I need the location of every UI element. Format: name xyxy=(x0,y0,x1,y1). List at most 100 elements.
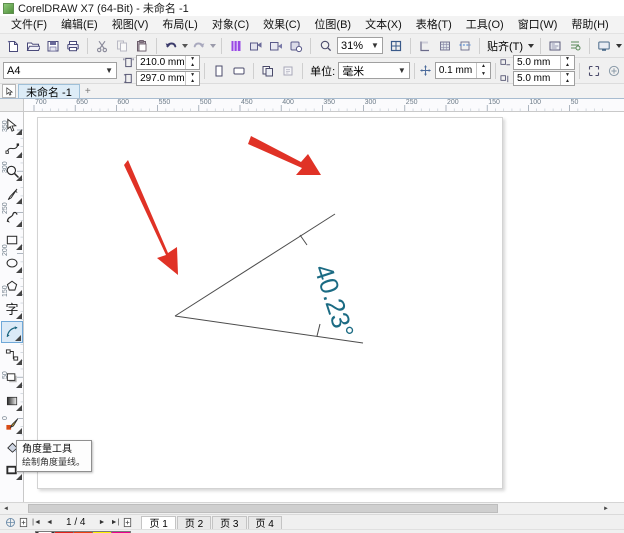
open-document-icon[interactable] xyxy=(23,36,43,56)
flyout-arrow-icon[interactable] xyxy=(16,267,22,273)
display-mode-dropdown-arrow-icon[interactable] xyxy=(614,36,624,56)
show-guidelines-icon[interactable] xyxy=(455,36,475,56)
scroll-left-button[interactable]: ◄ xyxy=(0,503,12,514)
duplicate-x-spinner[interactable]: 5.0 mm ▼▲ xyxy=(513,55,575,70)
portrait-orientation-button[interactable] xyxy=(209,61,229,81)
flyout-arrow-icon[interactable] xyxy=(16,152,22,158)
menu-table[interactable]: 表格(T) xyxy=(409,17,459,33)
page-height-spinner[interactable]: 297.0 mm ▼▲ xyxy=(136,71,200,86)
ellipse-tool[interactable] xyxy=(1,252,23,274)
menu-file[interactable]: 文件(F) xyxy=(4,17,54,33)
show-grid-icon[interactable] xyxy=(435,36,455,56)
options-icon[interactable] xyxy=(545,36,565,56)
add-page-before-button[interactable] xyxy=(17,516,30,529)
duplicate-x-stepper[interactable]: ▼▲ xyxy=(560,56,574,69)
landscape-orientation-button[interactable] xyxy=(229,61,249,81)
flyout-arrow-icon[interactable] xyxy=(15,335,21,341)
import-icon[interactable] xyxy=(226,36,246,56)
document-tab[interactable]: 未命名 -1 xyxy=(18,84,80,98)
scroll-thumb[interactable] xyxy=(28,504,498,513)
copy-icon[interactable] xyxy=(112,36,132,56)
flyout-arrow-icon[interactable] xyxy=(16,359,22,365)
display-mode-icon[interactable] xyxy=(594,36,614,56)
last-page-button[interactable]: ►| xyxy=(108,516,121,529)
flyout-arrow-icon[interactable] xyxy=(16,313,22,319)
flyout-arrow-icon[interactable] xyxy=(16,175,22,181)
flyout-arrow-icon[interactable] xyxy=(16,244,22,250)
chevron-down-icon[interactable]: ▼ xyxy=(368,38,382,53)
page-tab-4[interactable]: 页 4 xyxy=(248,516,282,529)
flyout-arrow-icon[interactable] xyxy=(16,474,22,480)
undo-icon[interactable] xyxy=(161,36,181,56)
export-icon[interactable] xyxy=(246,36,266,56)
add-document-tab-button[interactable]: + xyxy=(80,85,96,98)
page-width-spinner[interactable]: 210.0 mm ▼▲ xyxy=(136,55,200,70)
menu-effects[interactable]: 效果(C) xyxy=(256,17,307,33)
show-rulers-icon[interactable] xyxy=(415,36,435,56)
scroll-right-button[interactable]: ► xyxy=(600,503,612,514)
duplicate-y-spinner[interactable]: 5.0 mm ▼▲ xyxy=(513,71,575,86)
drop-shadow-tool[interactable] xyxy=(1,367,23,389)
menu-edit[interactable]: 编辑(E) xyxy=(54,17,105,33)
save-document-icon[interactable] xyxy=(43,36,63,56)
flyout-arrow-icon[interactable] xyxy=(16,290,22,296)
units-combo[interactable]: 毫米 ▼ xyxy=(338,62,410,79)
redo-dropdown-arrow-icon[interactable] xyxy=(209,36,217,56)
menu-tools[interactable]: 工具(O) xyxy=(459,17,511,33)
zoom-levels-icon[interactable] xyxy=(315,36,335,56)
paste-icon[interactable] xyxy=(132,36,152,56)
shape-tool[interactable] xyxy=(1,137,23,159)
page-size-combo[interactable]: A4 ▼ xyxy=(3,62,117,79)
transparency-tool[interactable] xyxy=(1,390,23,412)
menu-window[interactable]: 窗口(W) xyxy=(511,17,565,33)
chevron-down-icon[interactable]: ▼ xyxy=(102,63,116,78)
dimension-tool[interactable] xyxy=(1,321,23,343)
flyout-arrow-icon[interactable] xyxy=(16,405,22,411)
freehand-tool[interactable] xyxy=(1,183,23,205)
zoom-fit-icon[interactable] xyxy=(4,516,17,529)
menu-bitmap[interactable]: 位图(B) xyxy=(307,17,358,33)
all-pages-button[interactable] xyxy=(258,61,278,81)
next-page-button[interactable]: ► xyxy=(95,516,108,529)
edit-page-button[interactable] xyxy=(584,61,604,81)
undo-dropdown-arrow-icon[interactable] xyxy=(181,36,189,56)
nudge-offset-spinner[interactable]: 0.1 mm ▲▼ xyxy=(435,62,491,79)
current-page-button[interactable] xyxy=(278,61,298,81)
flyout-arrow-icon[interactable] xyxy=(16,221,22,227)
chevron-down-icon[interactable]: ▼ xyxy=(395,63,409,78)
drawing-canvas[interactable]: 40.23° xyxy=(25,113,624,502)
flyout-arrow-icon[interactable] xyxy=(16,428,22,434)
connector-tool[interactable] xyxy=(1,344,23,366)
pick-tool-indicator-icon[interactable] xyxy=(2,84,16,98)
page-width-stepper[interactable]: ▼▲ xyxy=(185,56,199,69)
application-launcher-icon[interactable] xyxy=(286,36,306,56)
nudge-offset-stepper[interactable]: ▲▼ xyxy=(476,63,490,78)
rectangle-tool[interactable] xyxy=(1,229,23,251)
page-height-stepper[interactable]: ▼▲ xyxy=(185,72,199,85)
menu-help[interactable]: 帮助(H) xyxy=(564,17,615,33)
flyout-arrow-icon[interactable] xyxy=(16,198,22,204)
new-document-icon[interactable] xyxy=(3,36,23,56)
page-tab-2[interactable]: 页 2 xyxy=(177,516,211,529)
menu-view[interactable]: 视图(V) xyxy=(105,17,156,33)
print-icon[interactable] xyxy=(63,36,83,56)
zoom-level-combo[interactable]: 31% ▼ xyxy=(337,37,383,54)
menu-layout[interactable]: 布局(L) xyxy=(155,17,204,33)
cut-icon[interactable] xyxy=(92,36,112,56)
snap-dropdown-arrow-icon[interactable] xyxy=(526,36,536,56)
publish-pdf-icon[interactable] xyxy=(266,36,286,56)
color-eyedropper-tool[interactable] xyxy=(1,413,23,435)
fullscreen-preview-icon[interactable] xyxy=(386,36,406,56)
polygon-tool[interactable] xyxy=(1,275,23,297)
redo-icon[interactable] xyxy=(189,36,209,56)
horizontal-scrollbar[interactable]: ◄ ► xyxy=(0,502,624,514)
setup-icon[interactable] xyxy=(565,36,585,56)
pick-tool[interactable] xyxy=(1,114,23,136)
duplicate-y-stepper[interactable]: ▼▲ xyxy=(560,72,574,85)
add-page-after-button[interactable] xyxy=(121,516,134,529)
ruler-corner-box[interactable] xyxy=(0,99,24,112)
text-tool[interactable]: 字 xyxy=(1,298,23,320)
add-option-button[interactable] xyxy=(604,61,624,81)
horizontal-ruler[interactable]: 7006506005505004504003503002502001501005… xyxy=(24,99,624,112)
snap-to-label[interactable]: 贴齐(T) xyxy=(484,38,526,54)
